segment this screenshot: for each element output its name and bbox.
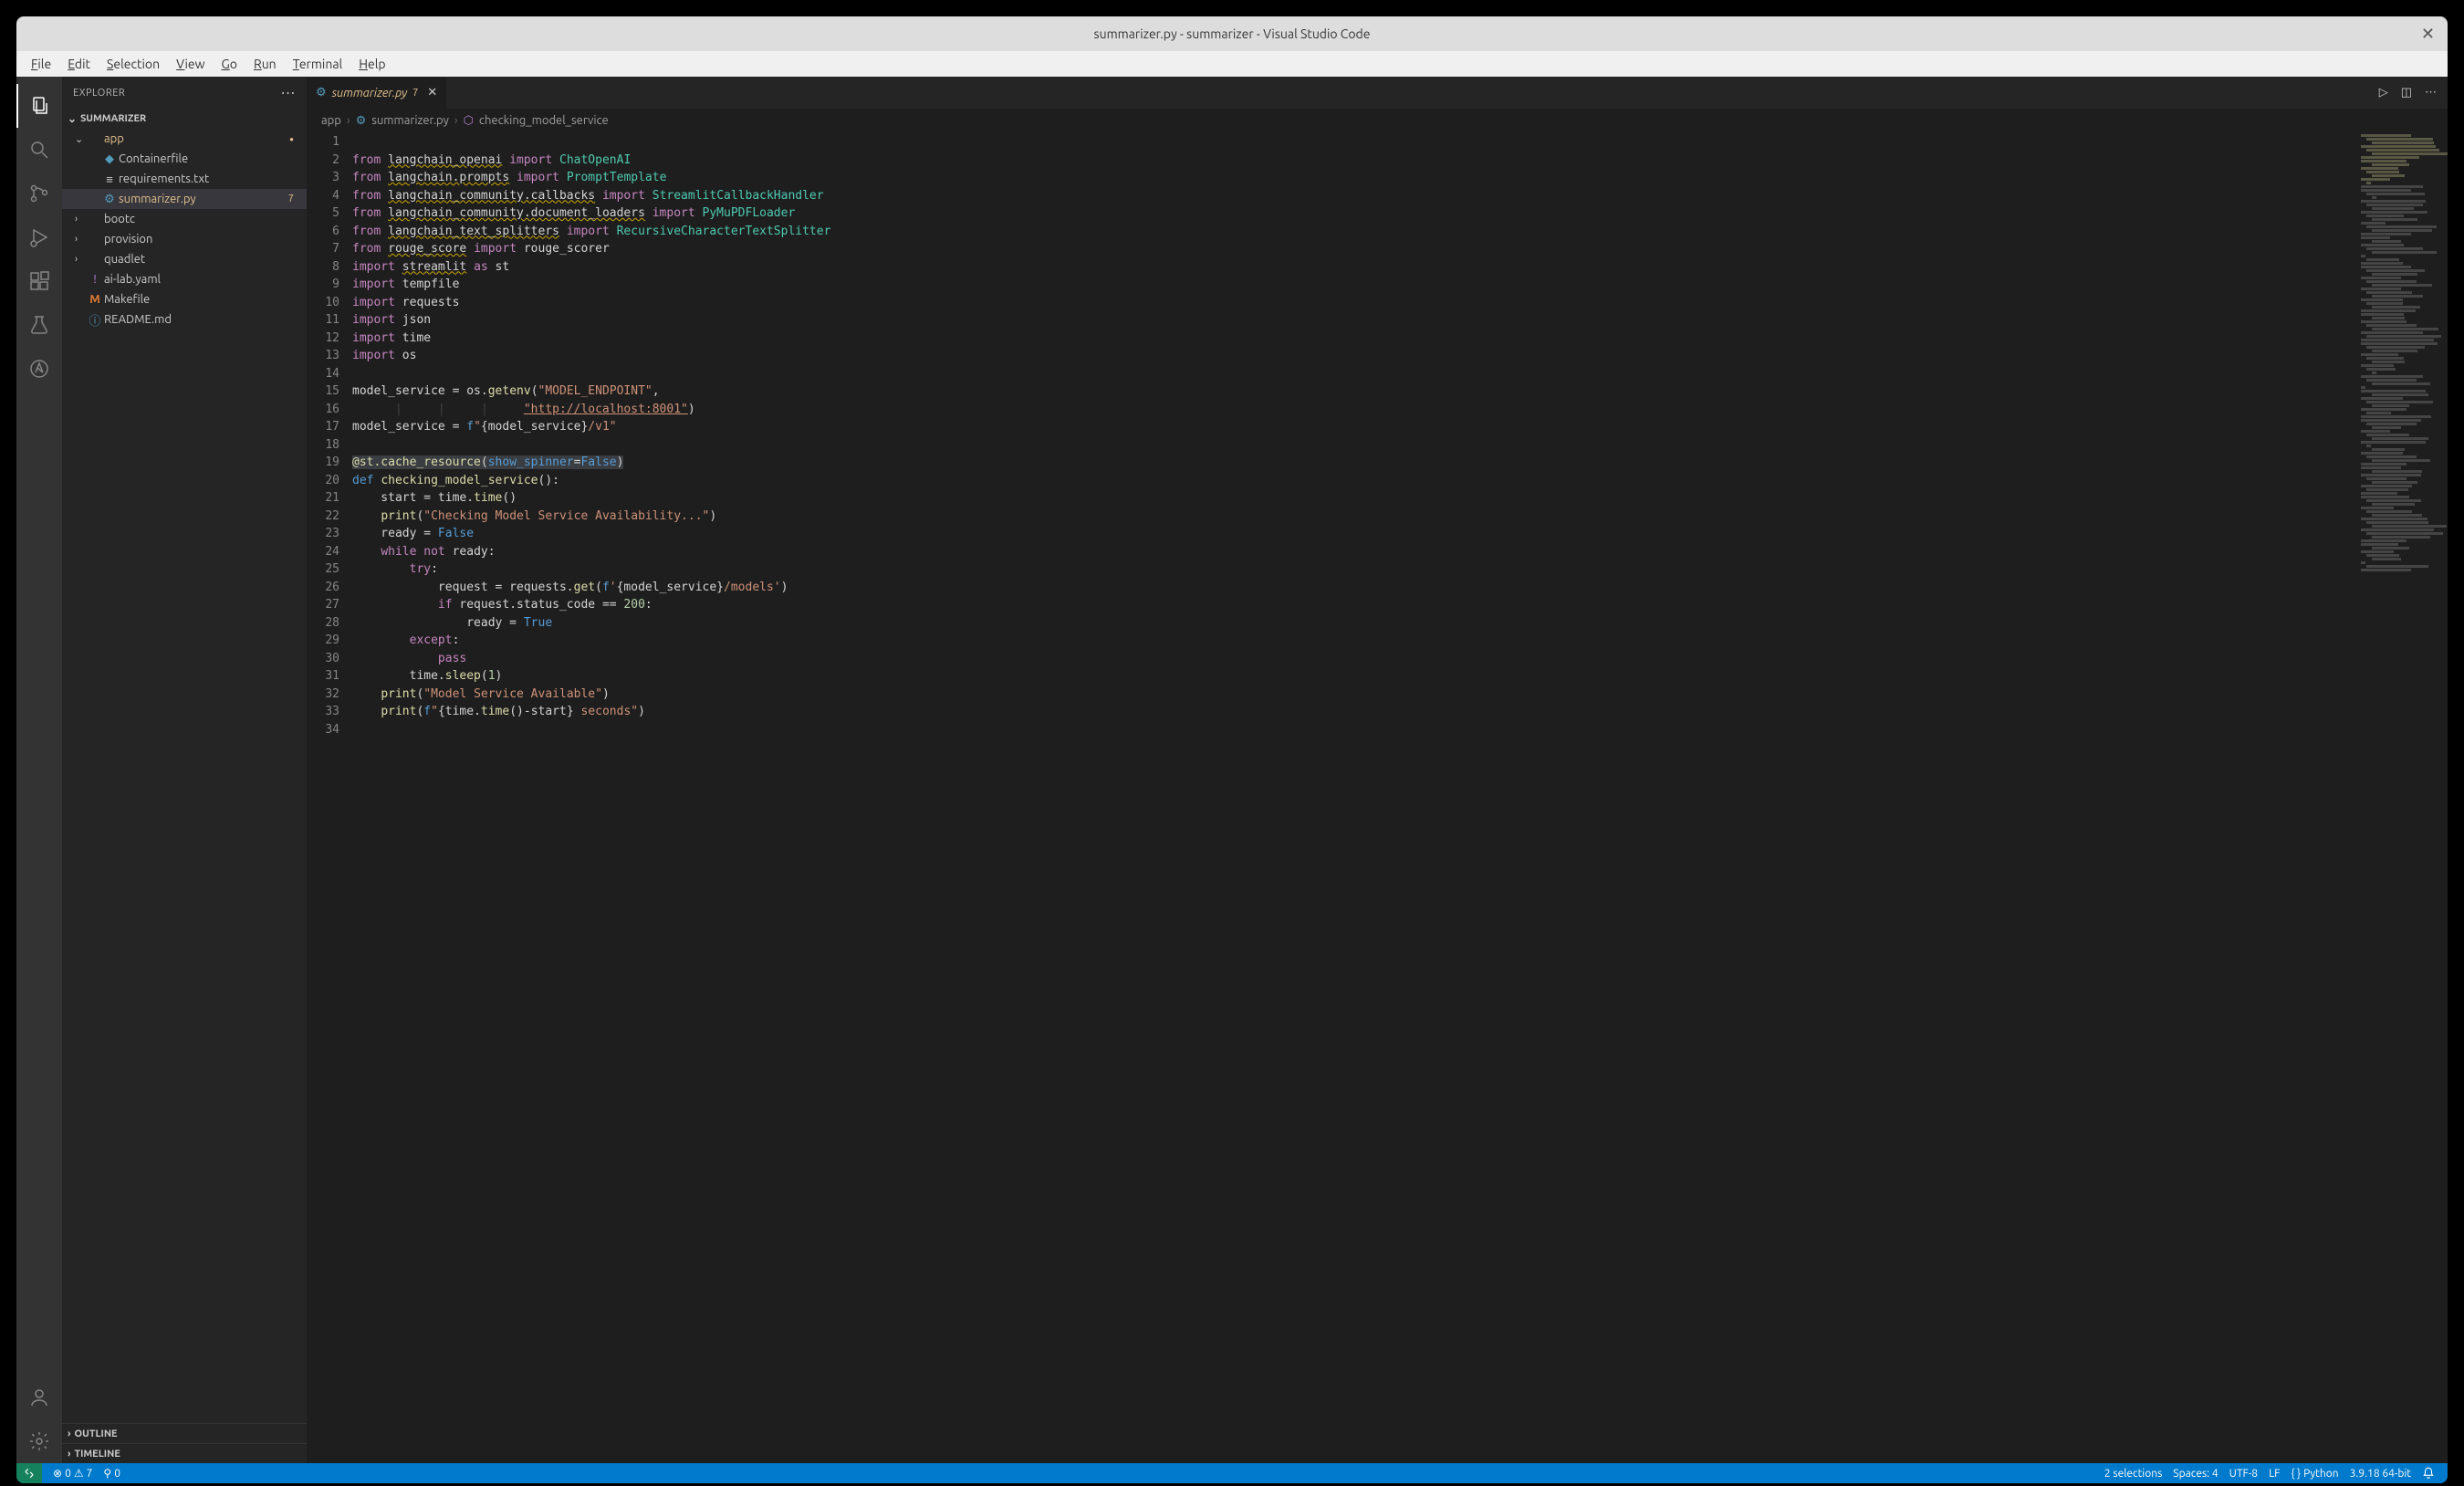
editor-area: ⚙ summarizer.py 7 ✕ ▷ ◫ ⋯ app › ⚙ summar… bbox=[307, 77, 2448, 1463]
explorer-title: EXPLORER bbox=[73, 88, 125, 99]
tree-item-app[interactable]: ⌄app bbox=[62, 129, 307, 149]
outline-label: OUTLINE bbox=[74, 1428, 117, 1439]
remote-indicator[interactable] bbox=[16, 1463, 42, 1483]
menubar: File Edit Selection View Go Run Terminal… bbox=[16, 51, 2448, 77]
run-icon[interactable]: ▷ bbox=[2379, 86, 2388, 99]
status-selections[interactable]: 2 selections bbox=[2099, 1468, 2167, 1480]
breadcrumb-sep: › bbox=[454, 114, 458, 127]
line-gutter: 1234567891011121314151617181920212223242… bbox=[307, 132, 352, 1463]
tree-item-containerfile[interactable]: ◆Containerfile bbox=[62, 149, 307, 169]
tree-item-readme-md[interactable]: ⓘREADME.md bbox=[62, 309, 307, 330]
menu-help[interactable]: Help bbox=[351, 55, 392, 73]
tree-item-provision[interactable]: ›provision bbox=[62, 229, 307, 249]
vscode-window: summarizer.py - summarizer - Visual Stud… bbox=[16, 16, 2448, 1483]
menu-file[interactable]: File bbox=[24, 55, 58, 73]
python-icon: ⚙ bbox=[316, 86, 327, 99]
symbol-icon: ⬡ bbox=[464, 114, 474, 128]
more-actions-icon[interactable]: ⋯ bbox=[281, 84, 297, 101]
code-content[interactable]: from langchain_openai import ChatOpenAIf… bbox=[352, 132, 2356, 1463]
sidebar: EXPLORER ⋯ ⌄ SUMMARIZER ⌄app◆Containerfi… bbox=[62, 77, 307, 1463]
breadcrumb-sep: › bbox=[347, 114, 350, 127]
python-icon: ⚙ bbox=[356, 114, 367, 128]
menu-edit[interactable]: Edit bbox=[60, 55, 98, 73]
close-icon[interactable]: ✕ bbox=[2421, 25, 2435, 44]
more-editor-actions-icon[interactable]: ⋯ bbox=[2425, 86, 2437, 99]
chevron-right-icon: › bbox=[68, 1428, 70, 1439]
main-area: EXPLORER ⋯ ⌄ SUMMARIZER ⌄app◆Containerfi… bbox=[16, 77, 2448, 1463]
window-title: summarizer.py - summarizer - Visual Stud… bbox=[1094, 26, 1371, 41]
root-label: SUMMARIZER bbox=[80, 113, 146, 124]
tab-label: summarizer.py bbox=[332, 87, 407, 99]
tree-item-bootc[interactable]: ›bootc bbox=[62, 209, 307, 229]
sidebar-header: EXPLORER ⋯ bbox=[62, 77, 307, 109]
status-problems[interactable]: ⊗0 ⚠7 bbox=[47, 1467, 98, 1480]
activity-bar bbox=[16, 77, 62, 1463]
tree-label: Containerfile bbox=[119, 152, 188, 165]
ansible-icon[interactable] bbox=[16, 347, 62, 391]
explorer-icon[interactable] bbox=[16, 84, 62, 128]
tree-label: quadlet bbox=[104, 253, 145, 266]
folder-root[interactable]: ⌄ SUMMARIZER bbox=[62, 109, 307, 129]
tree-label: provision bbox=[104, 233, 152, 246]
menu-run[interactable]: Run bbox=[246, 55, 284, 73]
status-spaces[interactable]: Spaces: 4 bbox=[2167, 1468, 2223, 1480]
tree-item-requirements-txt[interactable]: ≡requirements.txt bbox=[62, 169, 307, 189]
search-icon[interactable] bbox=[16, 128, 62, 172]
editor-tabs: ⚙ summarizer.py 7 ✕ ▷ ◫ ⋯ bbox=[307, 77, 2448, 109]
accounts-icon[interactable] bbox=[16, 1376, 62, 1419]
tree-label: Makefile bbox=[104, 293, 150, 306]
source-control-icon[interactable] bbox=[16, 172, 62, 215]
breadcrumb-part[interactable]: summarizer.py bbox=[371, 114, 449, 127]
extensions-icon[interactable] bbox=[16, 259, 62, 303]
menu-terminal[interactable]: Terminal bbox=[286, 55, 350, 73]
status-interpreter[interactable]: 3.9.18 64-bit bbox=[2344, 1468, 2417, 1480]
minimap[interactable] bbox=[2356, 132, 2448, 1463]
run-debug-icon[interactable] bbox=[16, 215, 62, 259]
timeline-section[interactable]: › TIMELINE bbox=[62, 1443, 307, 1463]
tree-label: bootc bbox=[104, 213, 135, 225]
editor-actions: ▷ ◫ ⋯ bbox=[2379, 77, 2448, 109]
problems-badge: 7 bbox=[288, 194, 294, 204]
breadcrumb-part[interactable]: checking_model_service bbox=[479, 114, 609, 127]
tab-close-icon[interactable]: ✕ bbox=[427, 86, 437, 99]
timeline-label: TIMELINE bbox=[74, 1449, 120, 1460]
code-editor[interactable]: 1234567891011121314151617181920212223242… bbox=[307, 132, 2448, 1463]
outline-section[interactable]: › OUTLINE bbox=[62, 1423, 307, 1443]
titlebar[interactable]: summarizer.py - summarizer - Visual Stud… bbox=[16, 16, 2448, 51]
chevron-right-icon: › bbox=[68, 1449, 70, 1460]
tree-label: ai-lab.yaml bbox=[104, 273, 161, 286]
status-bar: ⊗0 ⚠7 ⚲0 2 selections Spaces: 4 UTF-8 LF… bbox=[16, 1463, 2448, 1483]
menu-view[interactable]: View bbox=[169, 55, 212, 73]
error-icon: ⊗ bbox=[53, 1467, 62, 1480]
file-tree: ⌄app◆Containerfile≡requirements.txt⚙summ… bbox=[62, 129, 307, 1423]
status-language[interactable]: { } Python bbox=[2286, 1468, 2344, 1480]
tree-label: requirements.txt bbox=[119, 173, 209, 185]
chevron-down-icon: ⌄ bbox=[68, 112, 77, 125]
status-notifications-icon[interactable] bbox=[2417, 1467, 2440, 1480]
tree-item-quadlet[interactable]: ›quadlet bbox=[62, 249, 307, 269]
tree-item-ai-lab-yaml[interactable]: !ai-lab.yaml bbox=[62, 269, 307, 289]
breadcrumb[interactable]: app › ⚙ summarizer.py › ⬡ checking_model… bbox=[307, 109, 2448, 132]
tab-modified-badge: 7 bbox=[412, 88, 418, 99]
breadcrumb-part[interactable]: app bbox=[321, 114, 341, 127]
status-eol[interactable]: LF bbox=[2263, 1468, 2285, 1480]
testing-icon[interactable] bbox=[16, 303, 62, 347]
status-ports[interactable]: ⚲0 bbox=[98, 1467, 126, 1480]
menu-go[interactable]: Go bbox=[214, 55, 245, 73]
menu-selection[interactable]: Selection bbox=[99, 55, 167, 73]
tree-label: summarizer.py bbox=[119, 193, 196, 205]
ports-icon: ⚲ bbox=[103, 1467, 111, 1480]
settings-icon[interactable] bbox=[16, 1419, 62, 1463]
language-icon: { } bbox=[2292, 1468, 2302, 1480]
tree-label: app bbox=[104, 132, 124, 145]
tree-label: README.md bbox=[104, 313, 172, 326]
split-editor-icon[interactable]: ◫ bbox=[2401, 86, 2412, 99]
tree-item-summarizer-py[interactable]: ⚙summarizer.py7 bbox=[62, 189, 307, 209]
tree-item-makefile[interactable]: MMakefile bbox=[62, 289, 307, 309]
status-encoding[interactable]: UTF-8 bbox=[2224, 1468, 2263, 1480]
tab-summarizer[interactable]: ⚙ summarizer.py 7 ✕ bbox=[307, 77, 447, 109]
warning-icon: ⚠ bbox=[74, 1467, 84, 1480]
